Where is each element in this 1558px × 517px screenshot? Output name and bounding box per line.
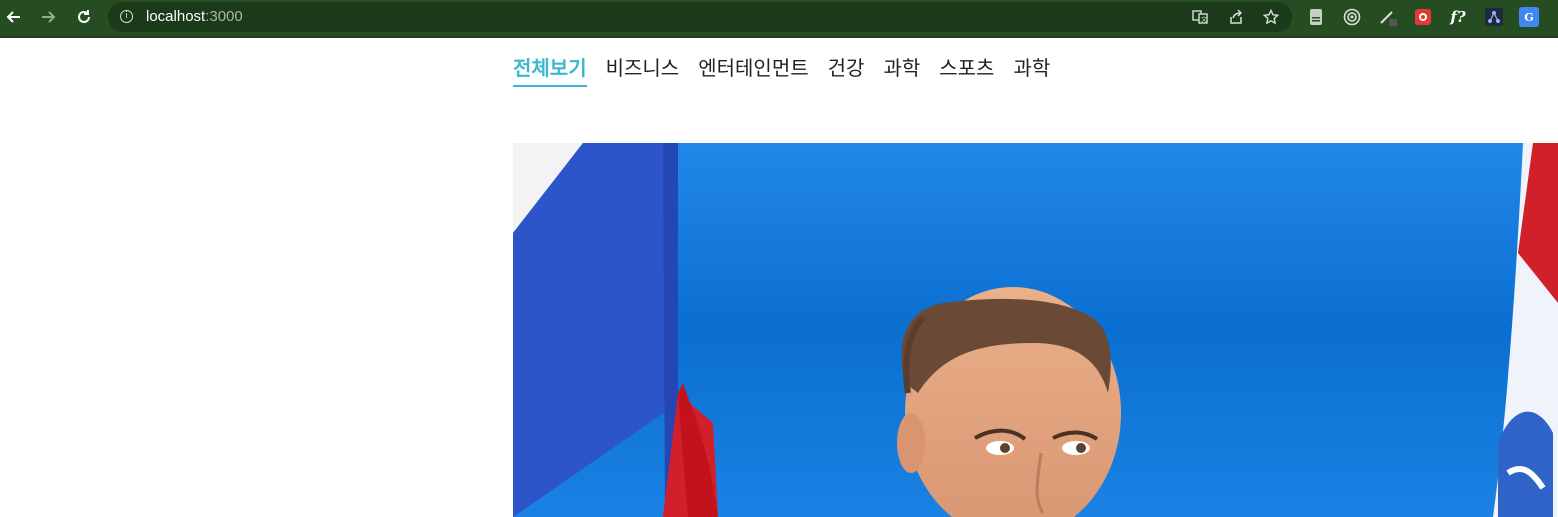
translate-icon[interactable]: 文 [1190, 7, 1210, 27]
svg-text:文: 文 [1201, 16, 1207, 24]
category-tab-all[interactable]: 전체보기 [513, 55, 587, 87]
url-text[interactable]: localhost:3000 [146, 8, 243, 25]
category-tab-health[interactable]: 건강 [828, 55, 865, 85]
category-tab-business[interactable]: 비즈니스 [606, 55, 680, 85]
url-host: localhost [146, 8, 206, 25]
category-nav: 전체보기 비즈니스 엔터테인먼트 건강 과학 스포츠 과학 [513, 55, 1050, 87]
url-port: :3000 [205, 8, 243, 25]
info-icon[interactable]: i [120, 10, 133, 23]
target-extension-icon[interactable] [1342, 7, 1362, 27]
arrow-left-icon[interactable] [2, 6, 26, 28]
hero-photo [513, 143, 1558, 517]
address-bar[interactable]: i localhost:3000 文 [108, 2, 1292, 32]
category-tab-science[interactable]: 과학 [883, 55, 920, 85]
pen-extension-icon[interactable] [1378, 7, 1398, 27]
browser-toolbar: i localhost:3000 文 f? G [0, 0, 1558, 38]
function-extension-icon[interactable]: f? [1448, 7, 1468, 27]
reload-icon[interactable] [72, 6, 96, 28]
arrow-right-icon[interactable] [36, 6, 60, 28]
google-translate-extension-icon[interactable]: G [1519, 7, 1539, 27]
red-extension-icon[interactable] [1413, 7, 1433, 27]
news-hero-image[interactable] [513, 143, 1558, 517]
reader-extension-icon[interactable] [1306, 7, 1326, 27]
star-icon[interactable] [1261, 7, 1281, 27]
category-tab-sports[interactable]: 스포츠 [939, 55, 994, 85]
share-icon[interactable] [1226, 7, 1246, 27]
network-extension-icon[interactable] [1484, 7, 1504, 27]
category-tab-science-2[interactable]: 과학 [1013, 55, 1050, 85]
category-tab-entertainment[interactable]: 엔터테인먼트 [698, 55, 808, 85]
